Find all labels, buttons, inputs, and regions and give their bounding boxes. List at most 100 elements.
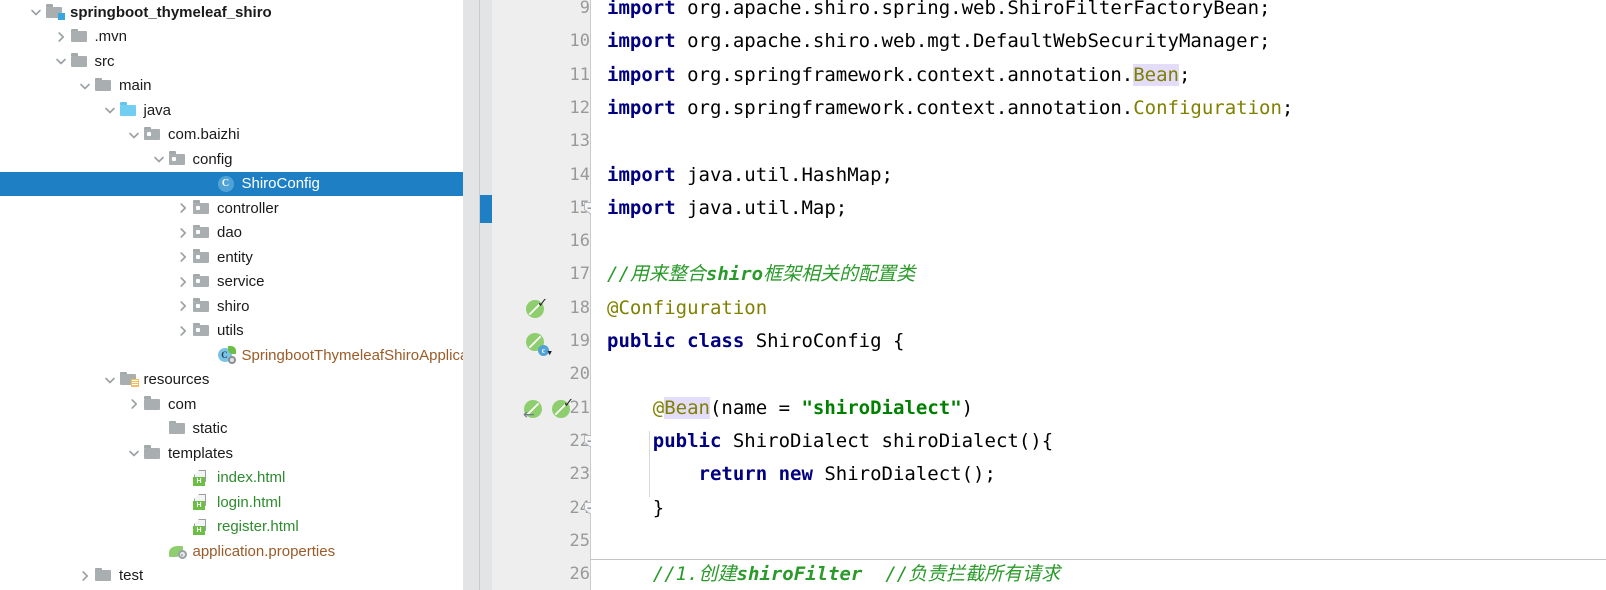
spring-properties-icon <box>168 543 187 560</box>
code-token: org.apache.shiro.spring.web.ShiroFilterF… <box>687 0 1271 19</box>
tree-item-label: templates <box>168 444 234 462</box>
tree-item[interactable]: utils <box>0 319 480 344</box>
tree-item[interactable]: shiro <box>0 294 480 319</box>
code-line[interactable]: import org.apache.shiro.spring.web.Shiro… <box>591 0 1270 25</box>
code-line[interactable] <box>591 525 607 558</box>
chevron-right-icon[interactable] <box>175 225 191 241</box>
tree-item[interactable]: static <box>0 417 480 442</box>
chevron-right-icon[interactable] <box>53 29 69 45</box>
chevron-right-icon[interactable] <box>77 78 93 94</box>
code-editor[interactable]: 9 10 11 12 13 14 15 16 17 18 19 20 21 22 23 24 25 26 ✓ c ▾ ←… <box>480 0 1606 590</box>
code-line[interactable]: public class ShiroConfig { <box>591 325 904 358</box>
tree-item[interactable]: controller <box>0 196 480 221</box>
chevron-right-icon[interactable] <box>175 200 191 216</box>
chevron-right-icon[interactable] <box>102 372 118 388</box>
folder-icon <box>70 28 89 45</box>
tree-item-label: test <box>119 567 144 585</box>
tree-item-selected[interactable]: C ShiroConfig <box>0 171 480 196</box>
code-text-area[interactable]: import org.apache.shiro.spring.web.Shiro… <box>591 0 1606 590</box>
chevron-right-icon[interactable] <box>126 127 142 143</box>
code-token: return new <box>607 463 825 486</box>
code-token: java.util.Map; <box>687 196 848 219</box>
source-folder-icon <box>119 102 138 118</box>
folder-icon <box>144 396 162 412</box>
chevron-right-icon[interactable] <box>175 274 191 290</box>
code-line[interactable] <box>591 358 607 391</box>
line-number: 10 <box>569 31 590 52</box>
tree-item[interactable]: src <box>0 49 480 74</box>
tree-item-label: ShiroConfig <box>241 175 320 193</box>
java-class-icon: C <box>217 175 236 192</box>
code-line[interactable]: public ShiroDialect shiroDialect(){ <box>591 425 1053 458</box>
code-token: import <box>607 30 688 53</box>
project-tree-panel[interactable]: springboot_thymeleaf_shiro .mvn src main jav… <box>0 0 480 590</box>
code-token: "shiroDialect" <box>801 396 962 419</box>
editor-gutter[interactable]: 9 10 11 12 13 14 15 16 17 18 19 20 21 22 23 24 25 26 ✓ c ▾ ←… <box>480 0 590 590</box>
tree-item[interactable]: com.baizhi <box>0 123 480 148</box>
tree-item-label: dao <box>217 224 243 242</box>
code-token: org.springframework.context.annotation. <box>687 63 1134 86</box>
tree-item[interactable]: main <box>0 74 480 99</box>
chevron-right-icon[interactable] <box>126 445 142 461</box>
line-number: 17 <box>569 264 590 285</box>
html-file-icon: H <box>193 518 211 535</box>
code-token: shiro <box>705 263 764 286</box>
line-number: 9 <box>579 0 590 18</box>
tree-item[interactable]: .mvn <box>0 25 480 50</box>
chevron-right-icon[interactable] <box>175 298 191 314</box>
spring-bean-check-icon[interactable]: ✓ <box>526 297 548 320</box>
tree-item[interactable]: springboot_thymeleaf_shiro <box>0 0 480 25</box>
chevron-right-icon[interactable] <box>28 4 44 20</box>
project-tree-scrollbar[interactable] <box>463 0 480 590</box>
package-icon <box>193 224 211 241</box>
spring-bean-check-icon[interactable]: ✓ <box>552 397 574 420</box>
chevron-right-icon[interactable] <box>102 102 118 118</box>
chevron-right-icon[interactable] <box>53 53 69 69</box>
tree-item[interactable]: templates <box>0 441 480 466</box>
spring-bean-autowired-icon[interactable]: ← <box>523 399 544 422</box>
chevron-right-icon[interactable] <box>175 323 191 339</box>
scrollbar-thumb[interactable] <box>463 0 480 590</box>
code-token: //用来整合 <box>607 263 706 286</box>
tree-item[interactable]: dao <box>0 221 480 246</box>
chevron-right-icon[interactable] <box>175 249 191 265</box>
project-tree-list[interactable]: springboot_thymeleaf_shiro .mvn src main jav… <box>0 0 480 588</box>
tree-item[interactable]: test <box>0 564 480 589</box>
tree-item-label: application.properties <box>192 542 336 560</box>
code-line[interactable]: @Bean(name = "shiroDialect") <box>591 392 973 425</box>
tree-item[interactable]: application.properties <box>0 539 480 564</box>
tree-item[interactable]: service <box>0 270 480 295</box>
code-token: ; <box>1178 63 1191 86</box>
code-line[interactable]: //1.创建shiroFilter //负责拦截所有请求 <box>591 558 1060 590</box>
code-line[interactable]: } <box>591 492 664 525</box>
code-line[interactable]: @Configuration <box>591 292 767 325</box>
tree-item[interactable]: Hindex.html <box>0 466 480 491</box>
spring-bean-class-icon[interactable]: c ▾ <box>526 333 553 358</box>
code-line[interactable]: import java.util.HashMap; <box>591 159 893 192</box>
tree-item[interactable]: java <box>0 98 480 123</box>
code-token: @ <box>607 396 665 419</box>
chevron-right-icon[interactable] <box>77 568 93 584</box>
tree-item[interactable]: Hlogin.html <box>0 490 480 515</box>
tree-item[interactable]: Hregister.html <box>0 515 480 540</box>
tree-item[interactable]: config <box>0 147 480 172</box>
chevron-right-icon[interactable] <box>126 396 142 412</box>
code-line[interactable]: import org.springframework.context.annot… <box>591 59 1190 92</box>
code-line[interactable]: return new ShiroDialect(); <box>591 458 996 491</box>
code-line[interactable] <box>591 225 607 258</box>
code-token: shiroFilter <box>736 563 863 586</box>
chevron-right-icon[interactable] <box>151 151 167 167</box>
code-line[interactable]: import java.util.Map; <box>591 192 847 225</box>
tree-item[interactable]: entity <box>0 245 480 270</box>
code-line[interactable]: //用来整合shiro框架相关的配置类 <box>591 258 915 291</box>
tree-item-label: java <box>143 101 172 119</box>
code-line[interactable] <box>591 125 607 158</box>
tree-item[interactable]: resources <box>0 368 480 393</box>
code-line[interactable]: import org.springframework.context.annot… <box>591 92 1293 125</box>
tree-item[interactable]: com <box>0 392 480 417</box>
tree-item-label: register.html <box>217 518 299 536</box>
code-line[interactable]: import org.apache.shiro.web.mgt.DefaultW… <box>591 25 1270 58</box>
line-number: 11 <box>569 64 590 85</box>
package-icon <box>168 151 187 167</box>
tree-item[interactable]: C SpringbootThymeleafShiroApplication <box>0 343 480 368</box>
